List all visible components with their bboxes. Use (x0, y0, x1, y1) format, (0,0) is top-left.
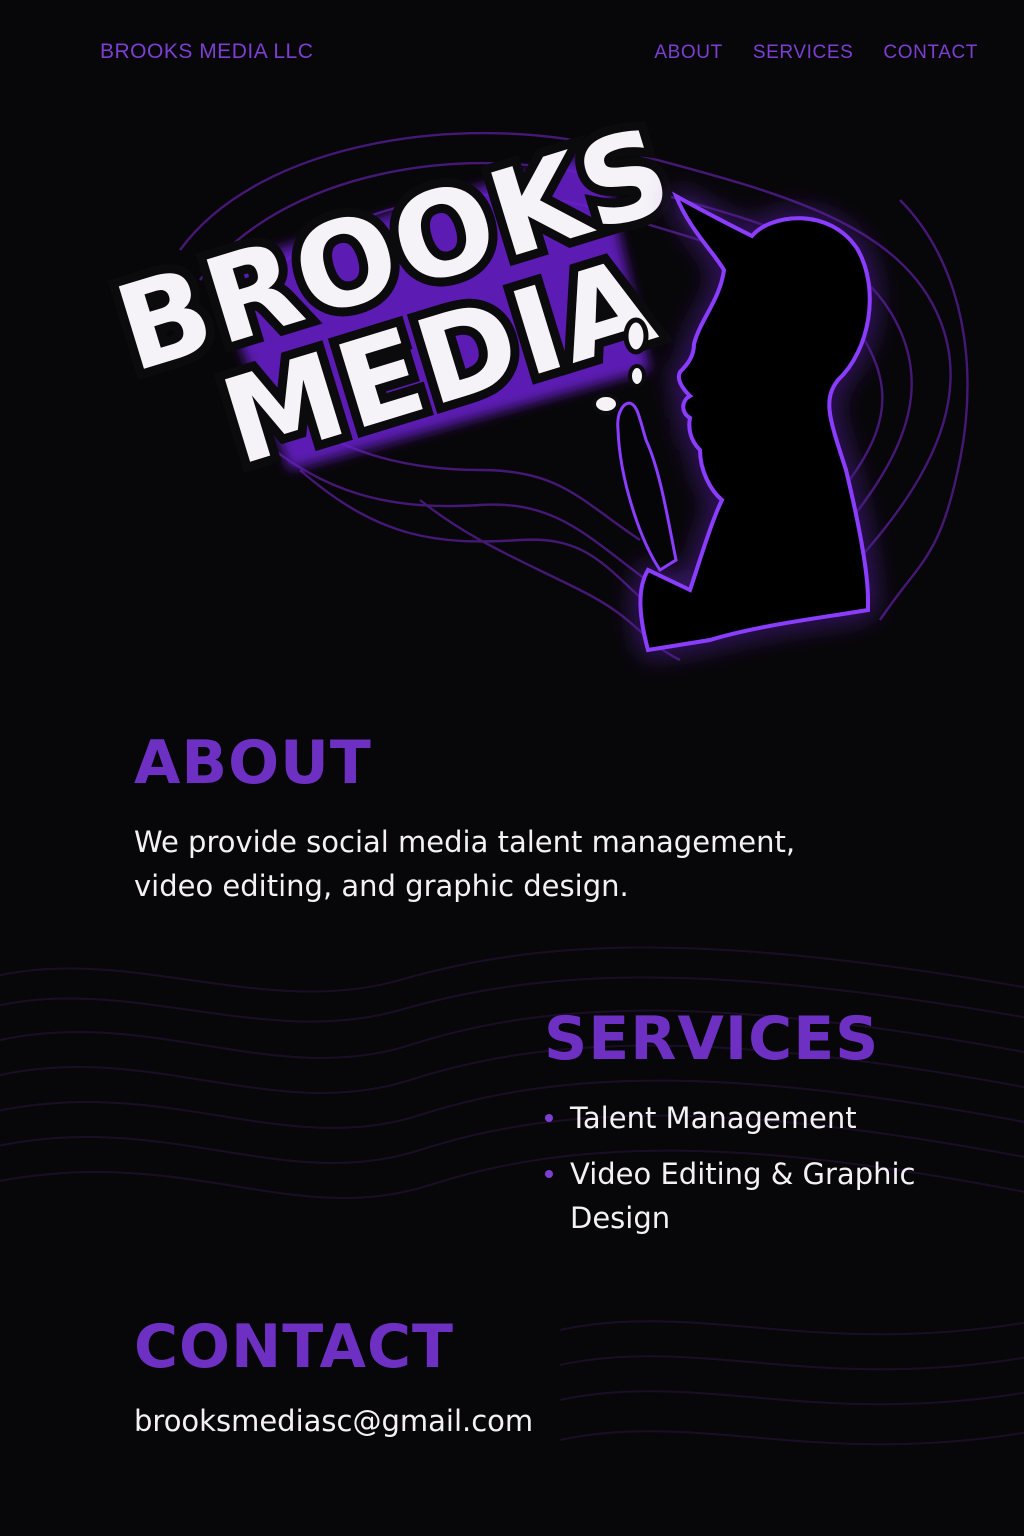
service-label: Video Editing & Graphic Design (570, 1157, 916, 1235)
services-list: Talent Management Video Editing & Graphi… (544, 1096, 984, 1252)
nav-about[interactable]: ABOUT (654, 42, 722, 64)
nav-services[interactable]: SERVICES (753, 42, 854, 64)
bullet-dot (545, 1170, 553, 1178)
service-label: Talent Management (570, 1101, 857, 1135)
nav-links: ABOUT SERVICES CONTACT (654, 42, 978, 64)
about-text: We provide social media talent managemen… (134, 825, 796, 903)
contact-title: CONTACT (134, 1312, 454, 1382)
contact-email-link[interactable]: brooksmediasc@gmail.com (134, 1404, 533, 1438)
services-title: SERVICES (544, 1004, 880, 1074)
brand-link[interactable]: BROOKS MEDIA LLC (100, 40, 313, 64)
top-nav: BROOKS MEDIA LLC ABOUT SERVICES CONTACT (0, 0, 1024, 108)
service-item-video: Video Editing & Graphic Design (544, 1152, 984, 1240)
silhouette-figure (616, 191, 872, 653)
about-title: ABOUT (134, 728, 372, 798)
service-item-talent: Talent Management (544, 1096, 984, 1140)
nav-contact[interactable]: CONTACT (883, 42, 978, 64)
hero-logo: BROOKS MEDIA (92, 100, 969, 662)
bullet-dot (545, 1114, 553, 1122)
